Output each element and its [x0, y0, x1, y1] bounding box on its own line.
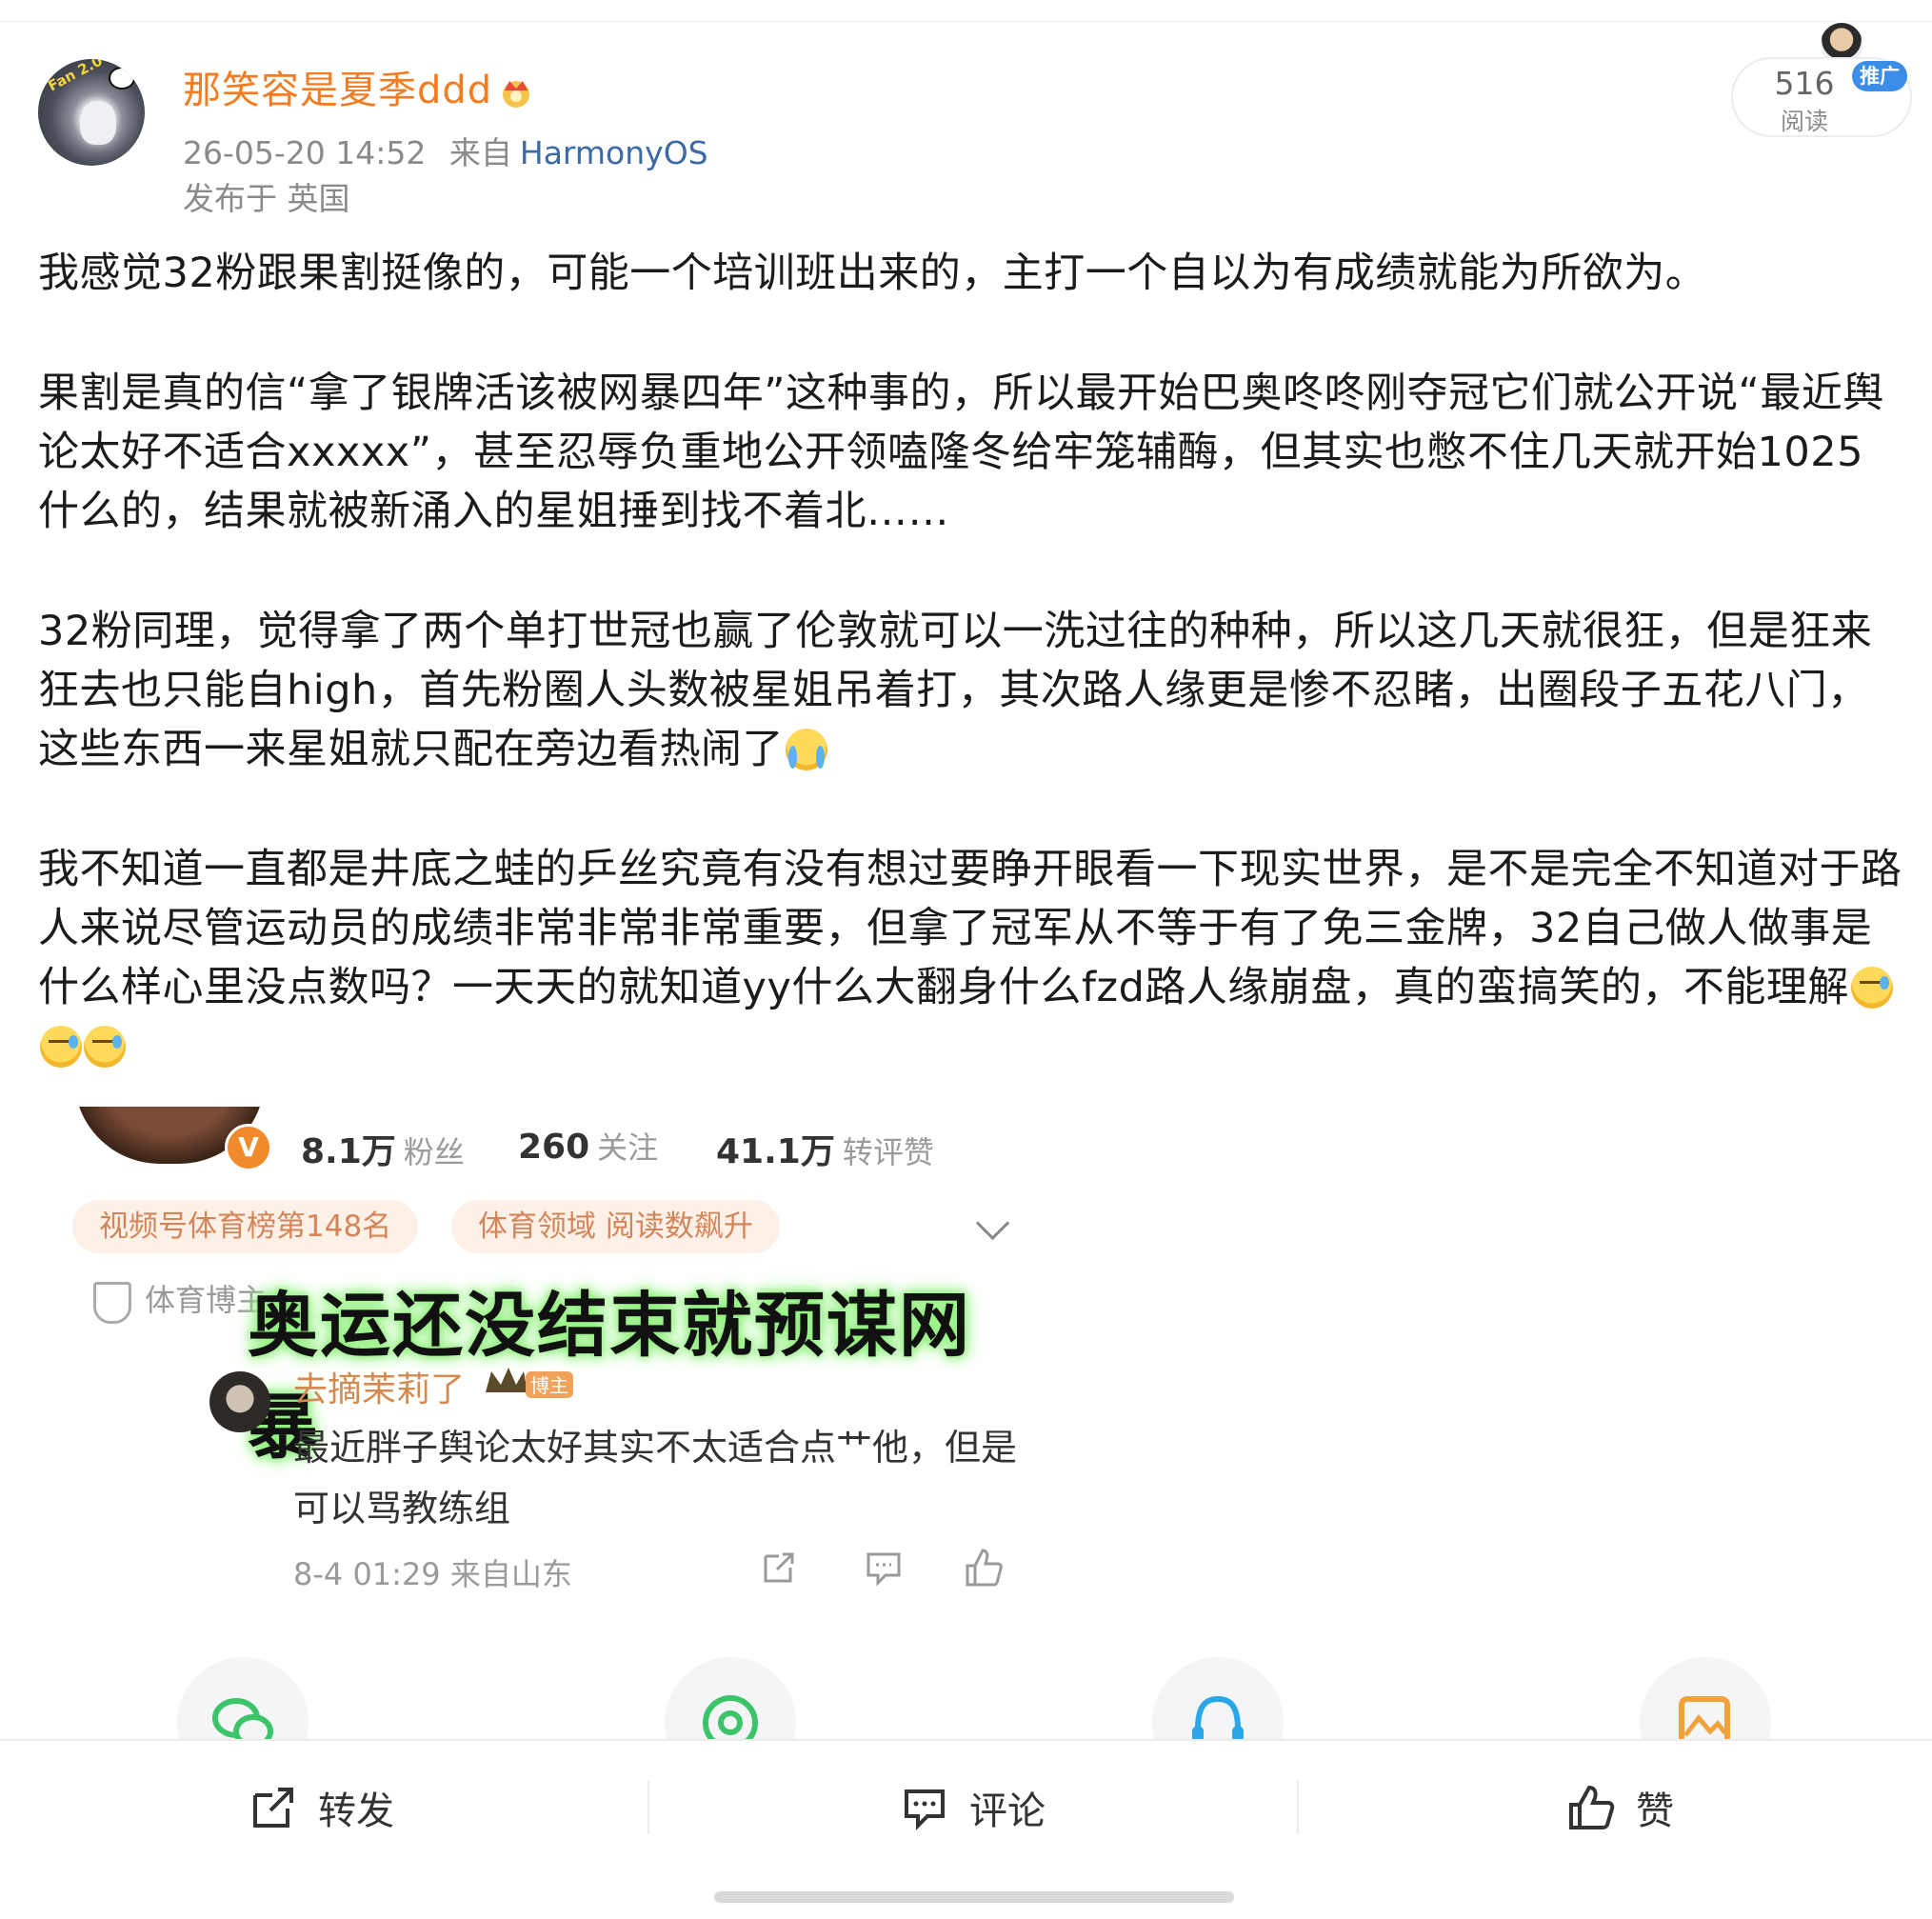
username[interactable]: 那笑容是夏季ddd — [183, 59, 534, 114]
promo-badge[interactable]: 推广 — [1852, 61, 1907, 91]
likes-label: 转评赞 — [842, 1134, 934, 1170]
paragraph-text: 我不知道一直都是井底之蛙的乒丝究竟有没有想过要睁开眼看一下现实世界，是不是完全不… — [38, 846, 1902, 1011]
follow-stat: 260 关注 — [518, 1124, 658, 1168]
paragraph-text: 32粉同理，觉得拿了两个单打世冠也赢了伦敦就可以一洗过往的种种，所以这几天就很狂… — [38, 608, 1873, 773]
sweat-emoji-icon — [1850, 967, 1893, 1009]
post-paragraph: 果割是真的信“拿了银牌活该被网暴四年”这种事的，所以最开始巴奥咚咚刚夺冠它们就公… — [38, 370, 1884, 535]
post-paragraph: 32粉同理，觉得拿了两个单打世冠也赢了伦敦就可以一洗过往的种种，所以这几天就很狂… — [38, 602, 1904, 779]
follow-label: 关注 — [597, 1129, 659, 1166]
top-divider — [0, 21, 1932, 22]
trend-chip: 体育领域 阅读数飙升 — [451, 1200, 780, 1253]
avatar-tag: Fan 2.0 — [45, 59, 106, 95]
likes-stat: 41.1万 转评赞 — [716, 1124, 934, 1173]
likes-count: 41.1万 — [716, 1132, 835, 1171]
chevron-down-icon — [975, 1206, 1010, 1241]
rank-chip: 视频号体育榜第148名 — [72, 1200, 419, 1253]
action-divider — [647, 1781, 649, 1834]
commenter-badge-icon: 博主 — [486, 1368, 573, 1398]
post-meta: 26-05-20 14:52 来自 HarmonyOS — [183, 128, 708, 173]
commenter-avatar — [209, 1371, 270, 1432]
commenter-badge-text: 博主 — [530, 1374, 568, 1397]
source-link[interactable]: HarmonyOS — [520, 134, 708, 171]
fans-label: 粉丝 — [403, 1134, 465, 1170]
like-label: 赞 — [1636, 1789, 1674, 1833]
comment-time: 8-4 01:29 来自山东 — [293, 1556, 572, 1592]
post-timestamp: 26-05-20 14:52 — [183, 134, 427, 171]
user-avatar[interactable]: Fan 2.0 — [38, 59, 145, 166]
commenter-name: 去摘茉莉了 — [293, 1370, 466, 1409]
post-paragraph: 我感觉32粉跟果割挺像的，可能一个培训班出来的，主打一个自以为有成绩就能为所欲为… — [38, 250, 1707, 297]
crown-icon — [503, 81, 530, 108]
crying-emoji-icon — [786, 729, 827, 770]
post-body: 我感觉32粉跟果割挺像的，可能一个培训班出来的，主打一个自以为有成绩就能为所欲为… — [38, 244, 1904, 1137]
source-prefix: 来自 — [448, 134, 512, 171]
repost-icon — [253, 1788, 293, 1828]
thumbs-up-outline-icon — [966, 1549, 1003, 1587]
sweat-emoji-icon — [84, 1026, 126, 1068]
post-paragraph: 我不知道一直都是井底之蛙的乒丝究竟有没有想过要睁开眼看一下现实世界，是不是完全不… — [38, 840, 1904, 1076]
comment-outline-icon — [866, 1552, 901, 1587]
post-location: 发布于 英国 — [183, 180, 350, 217]
panda-sticker-icon — [109, 67, 135, 90]
comment-button[interactable]: 评论 — [651, 1741, 1295, 1874]
username-text[interactable]: 那笑容是夏季ddd — [183, 69, 492, 112]
cat-figure — [80, 101, 116, 145]
comment-text: 最近胖子舆论太好其实不太适合点艹他，但是可以骂教练组 — [293, 1427, 1018, 1529]
comment-icon — [905, 1789, 945, 1830]
thumbs-up-icon — [1569, 1785, 1615, 1829]
sweat-emoji-icon — [40, 1026, 82, 1068]
embedded-screenshot[interactable]: V 8.1万 粉丝 260 关注 41.1万 转评赞 视频号体育榜第148名 体育领域… — [57, 1107, 1038, 1621]
read-label: 阅读 — [1780, 108, 1828, 135]
repost-label: 转发 — [318, 1789, 394, 1833]
action-bar: 转发 评论 赞 — [0, 1739, 1932, 1874]
fans-stat: 8.1万 粉丝 — [301, 1124, 465, 1173]
home-indicator[interactable] — [714, 1891, 1234, 1903]
share-out-icon — [764, 1552, 794, 1583]
like-button[interactable]: 赞 — [1299, 1741, 1932, 1874]
follow-count: 260 — [518, 1128, 590, 1167]
comment-label: 评论 — [969, 1789, 1046, 1833]
verified-badge-icon: V — [225, 1124, 272, 1171]
shield-icon — [93, 1282, 131, 1324]
repost-button[interactable]: 转发 — [0, 1741, 644, 1874]
fans-count: 8.1万 — [301, 1132, 396, 1171]
